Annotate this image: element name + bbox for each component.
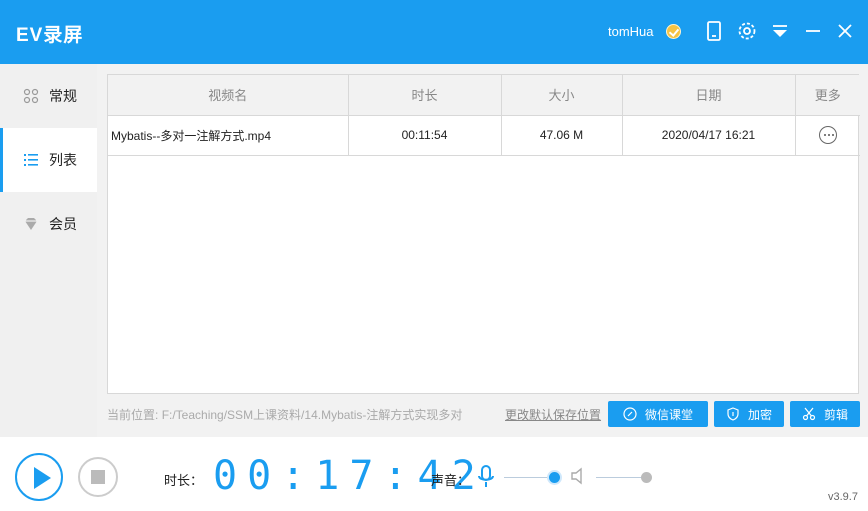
wechat-classroom-button[interactable]: 微信课堂 xyxy=(608,401,708,427)
stop-record-button[interactable] xyxy=(78,457,118,497)
cut-button[interactable]: 剪辑 xyxy=(790,401,860,427)
table-header-row: 视频名 时长 大小 日期 更多 xyxy=(108,75,860,116)
column-header-more: 更多 xyxy=(795,75,860,116)
sidebar-item-list[interactable]: 列表 xyxy=(0,128,97,192)
settings-gear-icon[interactable] xyxy=(736,20,758,42)
diamond-icon xyxy=(22,215,40,233)
wechat-classroom-label: 微信课堂 xyxy=(644,407,693,422)
video-more-cell xyxy=(795,115,860,156)
encrypt-button[interactable]: 加密 xyxy=(714,401,784,427)
close-icon[interactable] xyxy=(834,20,856,42)
play-record-button[interactable] xyxy=(15,453,63,501)
dropdown-menu-icon[interactable] xyxy=(769,20,791,42)
column-header-date[interactable]: 日期 xyxy=(622,75,796,116)
video-table: 视频名 时长 大小 日期 更多 Mybatis--多对一注解方式.mp4 00:… xyxy=(107,74,860,394)
speaker-volume-knob[interactable] xyxy=(640,472,652,483)
column-header-duration[interactable]: 时长 xyxy=(348,75,502,116)
video-date-cell: 2020/04/17 16:21 xyxy=(622,115,796,156)
save-path-value: F:/Teaching/SSM上课资料/14.Mybatis-注解方式实现多对 xyxy=(161,408,463,422)
vip-badge-icon[interactable] xyxy=(666,24,681,39)
sidebar-item-label: 列表 xyxy=(49,152,77,168)
speaker-volume-slider[interactable] xyxy=(596,472,652,483)
list-icon xyxy=(22,151,40,169)
volume-label: 声音： xyxy=(431,473,471,488)
microphone-volume-knob[interactable] xyxy=(548,472,560,483)
video-name-cell[interactable]: Mybatis--多对一注解方式.mp4 xyxy=(108,115,349,156)
sidebar: 常规 列表 会员 xyxy=(0,64,97,437)
encrypt-label: 加密 xyxy=(747,407,772,422)
sidebar-item-member[interactable]: 会员 xyxy=(0,192,97,256)
microphone-volume-slider[interactable] xyxy=(504,472,560,483)
shield-icon xyxy=(726,407,740,421)
title-bar: EV录屏 tomHua xyxy=(0,0,868,64)
sidebar-item-label: 常规 xyxy=(49,88,77,104)
tablet-icon[interactable] xyxy=(703,20,725,42)
change-save-location-link[interactable]: 更改默认保存位置 xyxy=(505,406,601,423)
recording-control-bar: 时长： 00:17:42 声音： v3.9.7 xyxy=(0,437,868,511)
cut-label: 剪辑 xyxy=(823,407,848,422)
microphone-icon[interactable] xyxy=(477,465,495,489)
link-icon xyxy=(623,407,637,421)
column-header-size[interactable]: 大小 xyxy=(501,75,623,116)
grid-icon xyxy=(22,87,40,105)
column-header-name[interactable]: 视频名 xyxy=(108,75,349,116)
main-panel: 视频名 时长 大小 日期 更多 Mybatis--多对一注解方式.mp4 00:… xyxy=(97,64,868,437)
more-options-icon[interactable] xyxy=(818,126,837,144)
sidebar-item-label: 会员 xyxy=(49,216,77,232)
sidebar-item-general[interactable]: 常规 xyxy=(0,64,97,128)
video-duration-cell: 00:11:54 xyxy=(348,115,502,156)
speaker-icon[interactable] xyxy=(570,467,586,485)
save-path-label: 当前位置: xyxy=(107,408,159,422)
save-path: 当前位置: F:/Teaching/SSM上课资料/14.Mybatis-注解方… xyxy=(107,406,494,423)
scissors-icon xyxy=(802,407,816,421)
minimize-icon[interactable] xyxy=(802,20,824,42)
video-size-cell: 47.06 M xyxy=(501,115,623,156)
app-version: v3.9.7 xyxy=(828,491,858,503)
duration-label: 时长： xyxy=(164,473,204,488)
username[interactable]: tomHua xyxy=(608,24,654,39)
table-row[interactable]: Mybatis--多对一注解方式.mp4 00:11:54 47.06 M 20… xyxy=(108,115,860,156)
app-title: EV录屏 xyxy=(16,25,84,46)
